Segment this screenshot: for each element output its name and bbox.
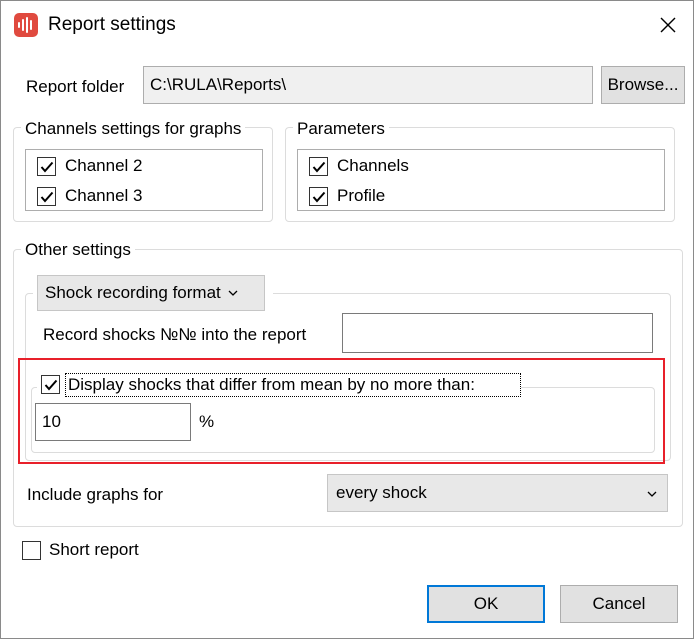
short-report-checkbox[interactable] [22, 541, 41, 560]
channel-2-label: Channel 2 [65, 156, 143, 175]
checkmark-icon [312, 161, 325, 173]
cancel-button[interactable]: Cancel [560, 585, 678, 623]
channel-2-checkbox[interactable] [37, 157, 56, 176]
close-button[interactable] [651, 8, 685, 42]
profile-parameter-label: Profile [337, 186, 386, 205]
short-report-label: Short report [49, 540, 139, 559]
other-settings-title: Other settings [21, 239, 135, 261]
report-folder-label: Report folder [26, 77, 125, 96]
close-icon [660, 17, 676, 33]
parameters-title: Parameters [293, 118, 389, 140]
include-graphs-select[interactable]: every shock [327, 474, 668, 512]
record-shocks-label: Record shocks №№ into the report [43, 325, 307, 344]
include-graphs-value: every shock [336, 483, 427, 502]
channel-3-checkbox[interactable] [37, 187, 56, 206]
checkmark-icon [40, 191, 53, 203]
channels-settings-title: Channels settings for graphs [21, 118, 246, 140]
chevron-down-icon [228, 290, 238, 296]
chevron-down-icon [647, 491, 657, 497]
highlight-annotation [18, 358, 665, 464]
channel-3-label: Channel 3 [65, 186, 143, 205]
channels-parameter-checkbox[interactable] [309, 157, 328, 176]
shock-recording-format-label: Shock recording format [45, 283, 221, 302]
report-settings-dialog: Report settings Report folder Browse... … [0, 0, 694, 639]
browse-button[interactable]: Browse... [601, 66, 685, 104]
shock-recording-format-dropdown[interactable]: Shock recording format [37, 275, 265, 311]
channels-list [25, 149, 263, 211]
profile-parameter-checkbox[interactable] [309, 187, 328, 206]
checkmark-icon [40, 161, 53, 173]
window-title: Report settings [48, 14, 176, 35]
checkmark-icon [312, 191, 325, 203]
report-folder-input[interactable] [143, 66, 593, 104]
channels-parameter-label: Channels [337, 156, 409, 175]
audio-waveform-icon [14, 13, 38, 37]
ok-button[interactable]: OK [427, 585, 545, 623]
record-shocks-input[interactable] [342, 313, 653, 353]
include-graphs-label: Include graphs for [27, 485, 164, 504]
